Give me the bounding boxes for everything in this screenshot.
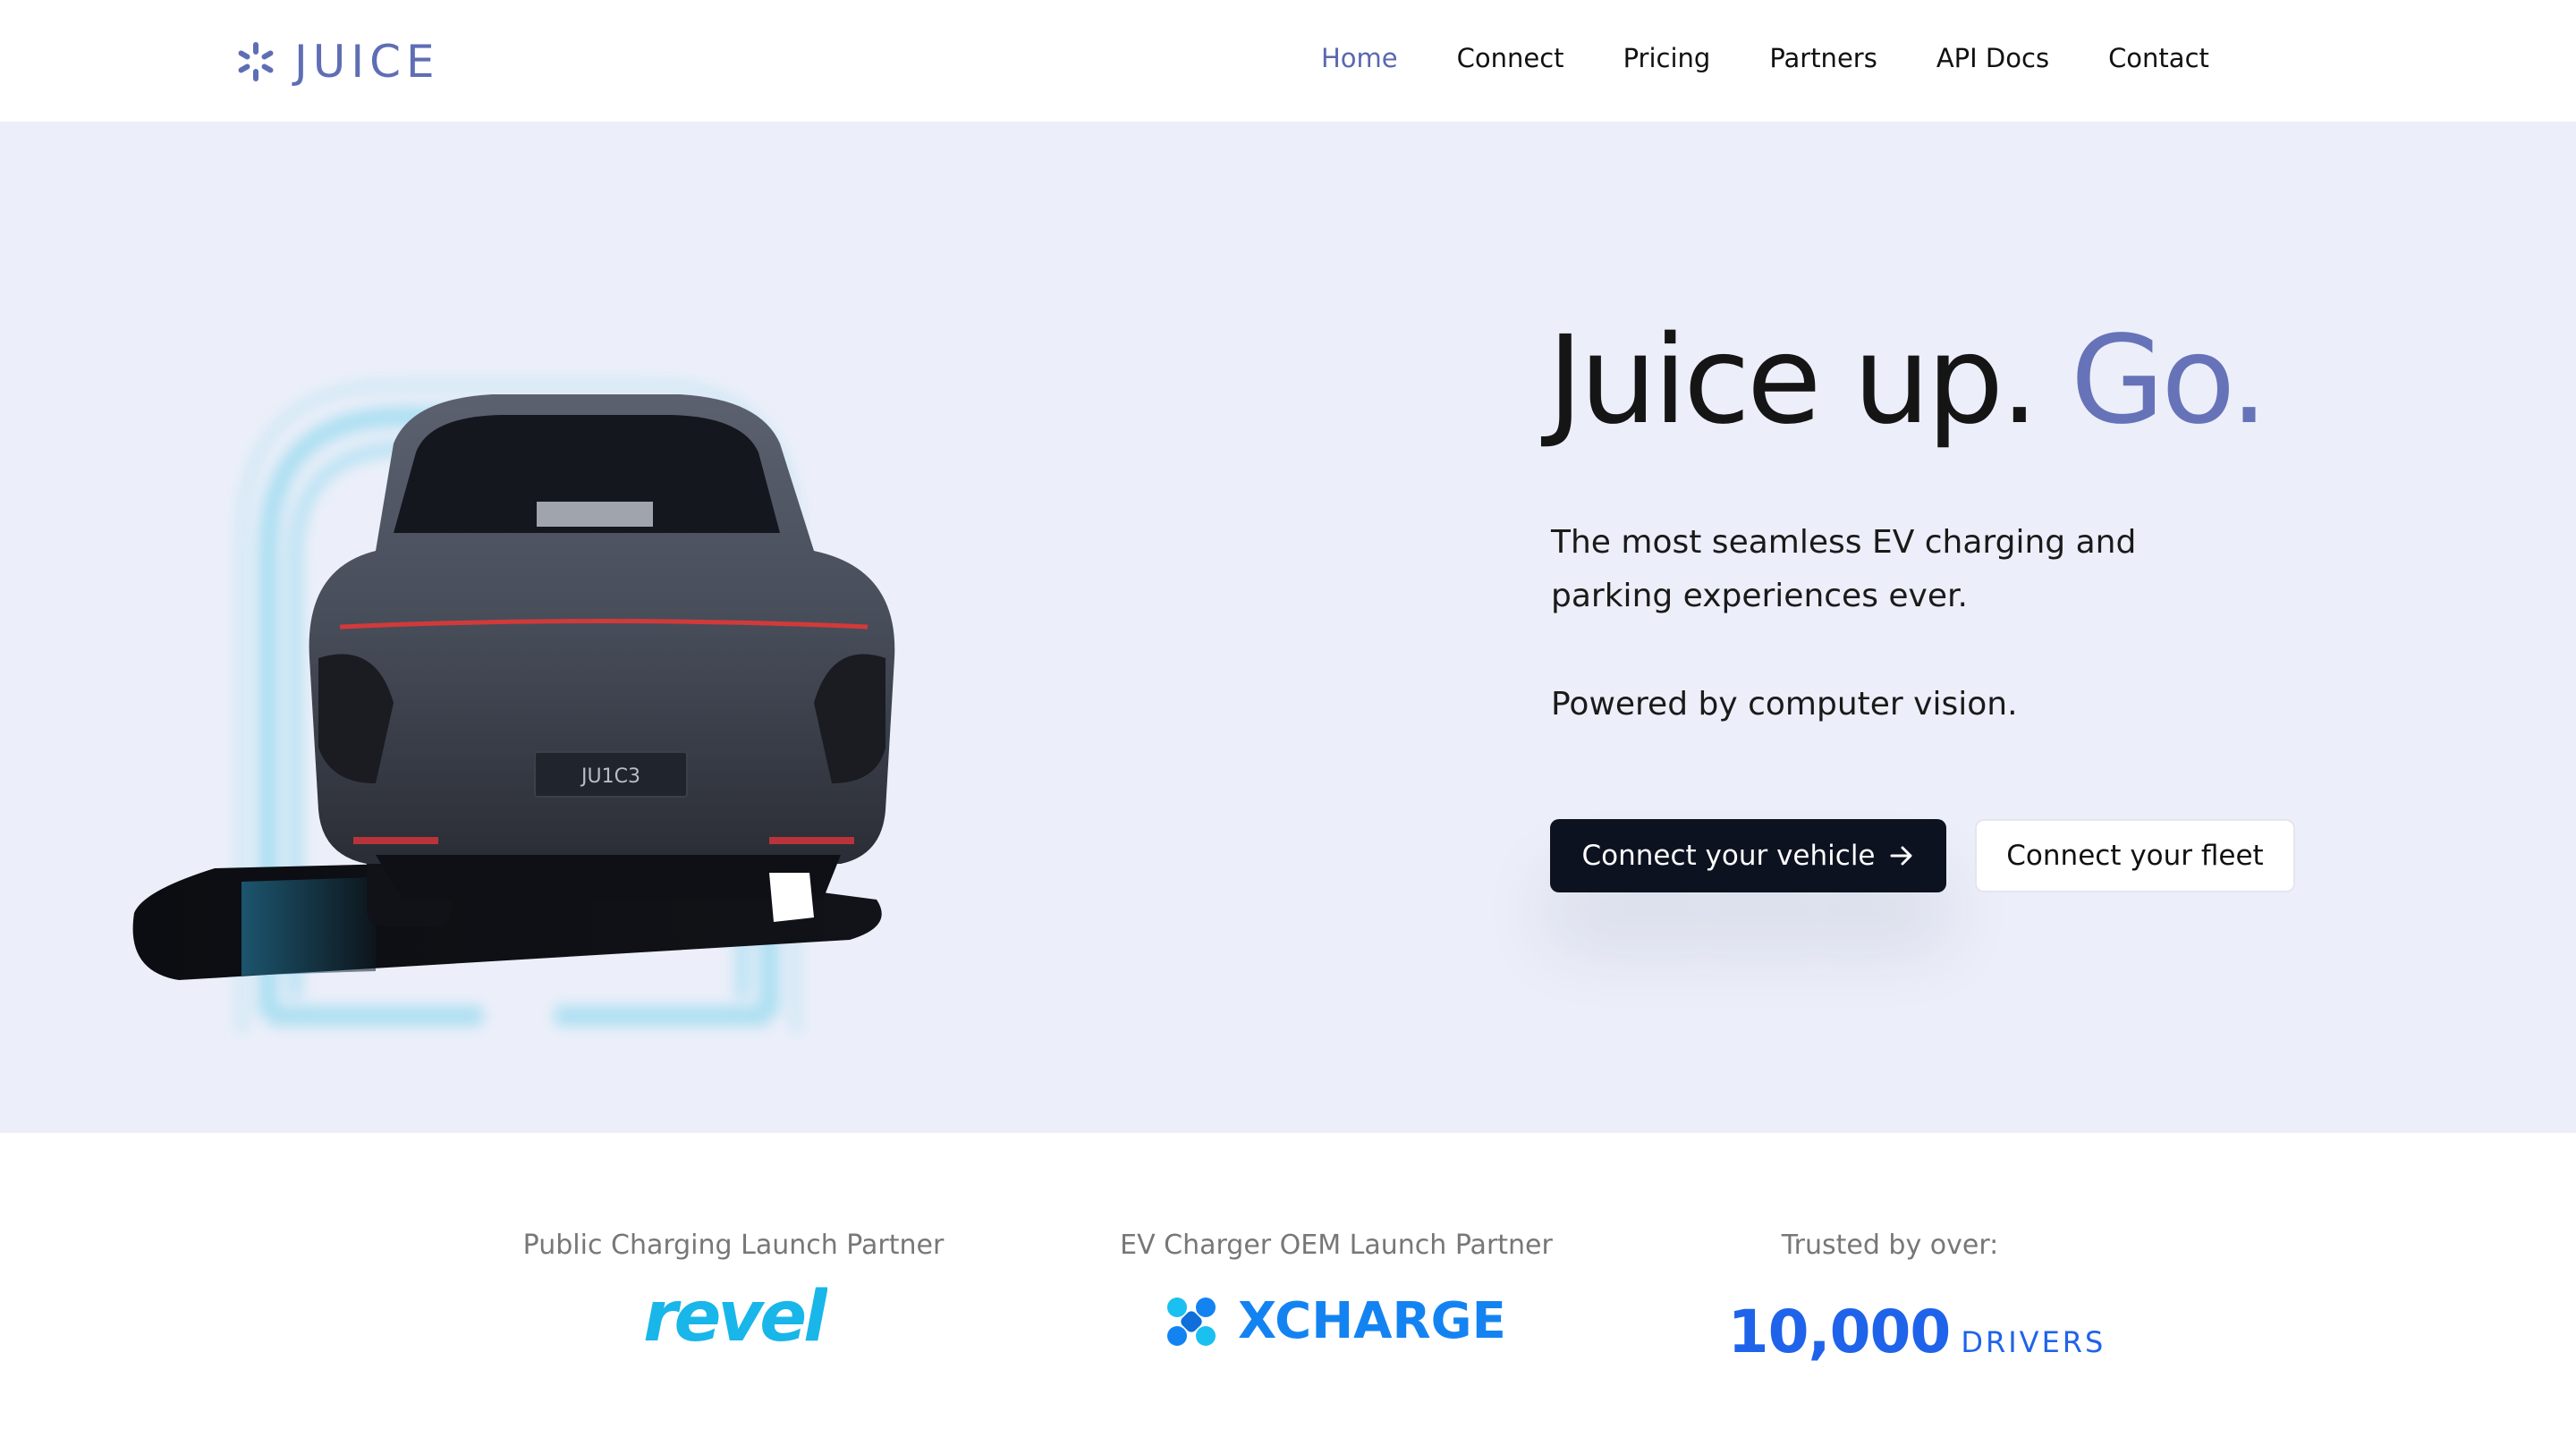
top-nav: JUICE Home Connect Pricing Partners API …: [0, 0, 2576, 122]
juice-logo-icon: [238, 42, 274, 81]
revel-logo-text: revel: [643, 1285, 827, 1357]
car-illustration: JU1C3: [132, 380, 895, 1034]
xcharge-logo-icon: [1167, 1297, 1216, 1346]
revel-logo[interactable]: revel: [640, 1285, 827, 1357]
nav-link-contact[interactable]: Contact: [2108, 43, 2209, 73]
hero-section: JU1C3 Juice up. Go. The most seamless EV…: [0, 122, 2576, 1133]
nav-link-partners[interactable]: Partners: [1769, 43, 1877, 73]
hero-subtitle: The most seamless EV charging and parkin…: [1551, 516, 2231, 623]
hero-title-accent: Go.: [2070, 310, 2268, 452]
license-plate-text: JU1C3: [580, 765, 640, 788]
connect-vehicle-label: Connect your vehicle: [1581, 840, 1876, 872]
hero-tagline: Powered by computer vision.: [1551, 686, 2018, 723]
nav-links: Home Connect Pricing Partners API Docs C…: [1321, 43, 2209, 73]
trusted-label: Trusted by over:: [1781, 1230, 1999, 1261]
nav-link-home[interactable]: Home: [1321, 43, 1398, 73]
arrow-right-icon: [1890, 846, 1911, 866]
nav-link-pricing[interactable]: Pricing: [1623, 43, 1711, 73]
juice-logo[interactable]: JUICE: [235, 36, 440, 88]
nav-link-api-docs[interactable]: API Docs: [1936, 43, 2049, 73]
xcharge-logo[interactable]: XCHARGE: [1163, 1292, 1506, 1350]
connect-vehicle-button[interactable]: Connect your vehicle: [1550, 819, 1946, 892]
hero-subtitle-line-1: The most seamless EV charging and: [1551, 524, 2137, 561]
xcharge-logo-text: XCHARGE: [1238, 1292, 1506, 1350]
oem-partner-label: EV Charger OEM Launch Partner: [1120, 1230, 1553, 1261]
nav-link-connect[interactable]: Connect: [1457, 43, 1564, 73]
drivers-number: 10,000: [1727, 1298, 1952, 1366]
hero-title-main: Juice up.: [1547, 310, 2071, 452]
hero-subtitle-line-2: parking experiences ever.: [1551, 578, 1968, 614]
partners-section: Public Charging Launch Partner revel EV …: [0, 1133, 2576, 1454]
drivers-count: 10,000 DRIVERS: [1720, 1298, 2114, 1366]
logo-wordmark: JUICE: [294, 36, 440, 88]
public-partner-label: Public Charging Launch Partner: [522, 1230, 945, 1261]
drivers-unit: DRIVERS: [1961, 1325, 2106, 1359]
hero-title: Juice up. Go.: [1547, 320, 2268, 442]
connect-fleet-button[interactable]: Connect your fleet: [1975, 819, 2295, 892]
connect-fleet-label: Connect your fleet: [2006, 840, 2264, 872]
